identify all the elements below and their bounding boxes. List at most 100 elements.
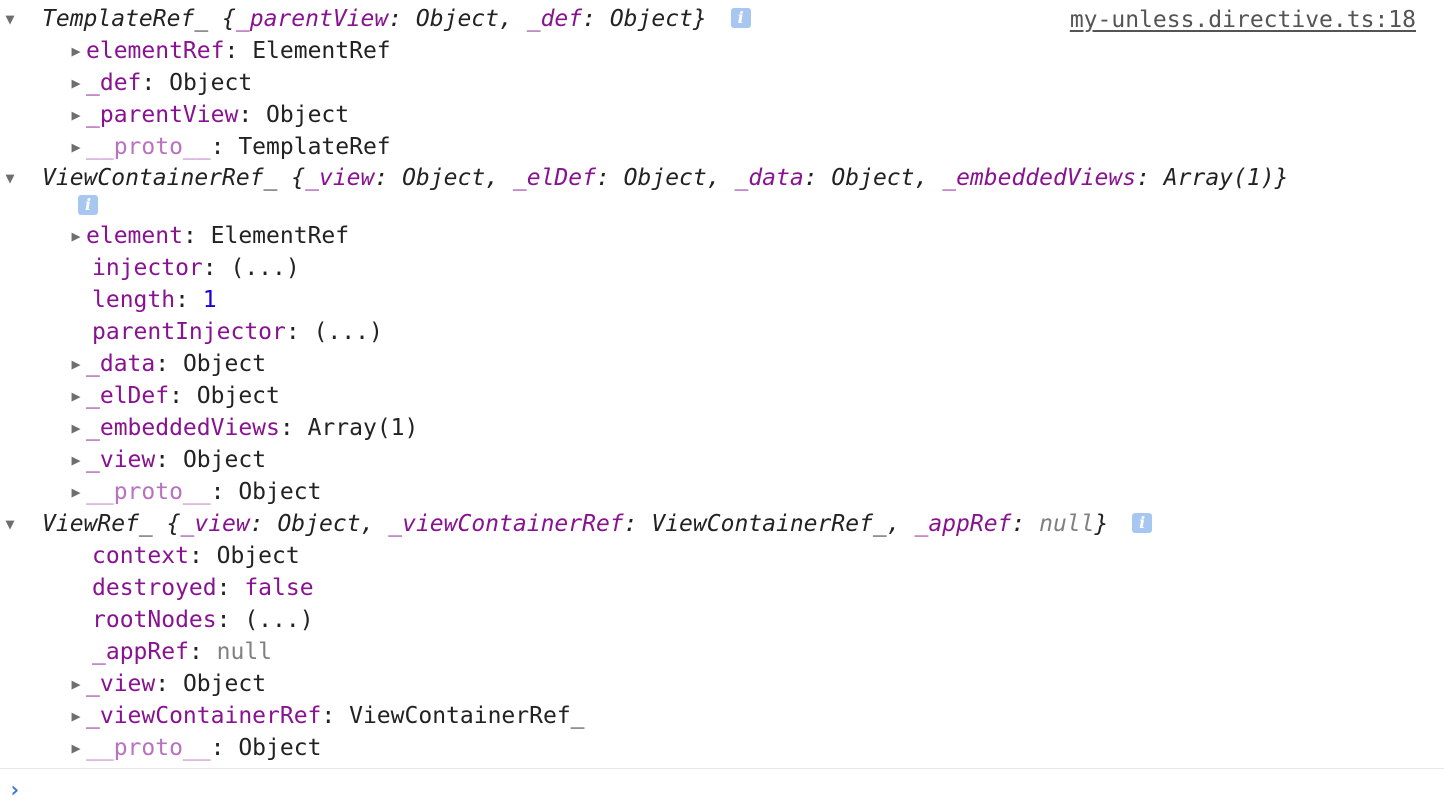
summary-value: Object <box>831 165 915 191</box>
property-key: _def <box>86 70 142 96</box>
colon: : <box>210 479 239 505</box>
collapsed-triangle-icon[interactable]: ▶ <box>66 35 86 67</box>
tree-row[interactable]: ▶ _def: Object <box>66 67 252 99</box>
tree-row[interactable]: ▶ __proto__: TemplateRef <box>66 131 391 163</box>
brace-open: { <box>222 6 236 32</box>
property-key: _view <box>86 671 156 697</box>
tree-row[interactable]: ▶ _view: Object <box>66 444 266 476</box>
property-key: _view <box>86 447 156 473</box>
source-link[interactable]: my-unless.directive.ts:18 <box>1070 4 1416 36</box>
expanded-triangle-icon[interactable]: ▼ <box>0 508 20 540</box>
summary-value: Object <box>415 6 500 32</box>
collapsed-triangle-icon[interactable]: ▶ <box>66 380 86 412</box>
templateref-summary: TemplateRef_ {_parentView: Object, _def:… <box>42 6 721 32</box>
summary-key: _view <box>305 165 375 191</box>
tree-row[interactable]: ▶ element: ElementRef <box>66 220 349 252</box>
tree-row[interactable]: ▶ _embeddedViews: Array(1) <box>66 412 418 444</box>
property-key: _viewContainerRef <box>86 703 322 729</box>
tree-row: length: 1 <box>92 284 217 316</box>
getter-value[interactable]: (...) <box>230 255 299 281</box>
colon: : <box>285 319 314 345</box>
tree-row[interactable]: ▶ _view: Object <box>66 668 266 700</box>
property-value: Object <box>238 479 322 505</box>
tree-row[interactable]: ▶ _elDef: Object <box>66 380 279 412</box>
summary-key: _viewContainerRef <box>388 511 624 537</box>
property-value: ElementRef <box>252 38 391 64</box>
tree-row[interactable]: parentInjector: (...) <box>92 316 383 348</box>
info-icon[interactable]: i <box>78 194 98 215</box>
collapsed-triangle-icon[interactable]: ▶ <box>66 476 86 508</box>
colon: : <box>188 543 217 569</box>
collapsed-triangle-icon[interactable]: ▶ <box>66 131 86 163</box>
property-key: _data <box>86 351 156 377</box>
templateref-summary-row[interactable]: ▼ TemplateRef_ {_parentView: Object, _de… <box>5 3 751 35</box>
viewcontainerref-summary-row[interactable]: ▼ ViewContainerRef_ {_view: Object, _elD… <box>5 162 1288 194</box>
object-class-name: TemplateRef_ <box>42 6 209 32</box>
comma: , <box>485 165 513 191</box>
property-key: _parentView <box>86 102 239 128</box>
getter-value[interactable]: (...) <box>244 607 313 633</box>
brace-open: { <box>166 511 181 537</box>
property-key: destroyed <box>92 575 217 601</box>
console-prompt[interactable]: › <box>0 768 1444 811</box>
tree-row[interactable]: ▶ _parentView: Object <box>66 99 349 131</box>
collapsed-triangle-icon[interactable]: ▶ <box>66 67 86 99</box>
tree-row[interactable]: injector: (...) <box>92 252 300 284</box>
colon: : <box>210 735 239 761</box>
property-value: Object <box>182 447 267 473</box>
summary-value: Object <box>402 165 486 191</box>
summary-value: Array(1) <box>1163 165 1275 191</box>
colon: : <box>374 165 403 191</box>
property-value: Object <box>238 735 322 761</box>
colon: : <box>1136 165 1164 191</box>
info-icon[interactable]: i <box>730 7 751 28</box>
tree-row[interactable]: rootNodes: (...) <box>92 604 314 636</box>
colon: : <box>238 102 267 128</box>
colon: : <box>155 351 183 377</box>
summary-key: _elDef <box>512 165 596 191</box>
summary-value: Object <box>609 6 693 32</box>
expanded-triangle-icon[interactable]: ▼ <box>0 3 20 35</box>
collapsed-triangle-icon[interactable]: ▶ <box>66 668 86 700</box>
property-value: ViewContainerRef_ <box>349 703 585 729</box>
summary-key: _embeddedViews <box>942 165 1137 191</box>
property-value: Object <box>169 70 253 96</box>
colon: : <box>803 165 832 191</box>
property-key: elementRef <box>86 38 225 64</box>
property-key: __proto__ <box>86 479 211 505</box>
colon: : <box>249 511 278 537</box>
brace-close: } <box>1094 511 1109 537</box>
property-key: rootNodes <box>92 607 217 633</box>
getter-value[interactable]: (...) <box>314 319 383 345</box>
expanded-triangle-icon[interactable]: ▼ <box>0 162 20 194</box>
tree-row[interactable]: context: Object <box>92 540 300 572</box>
colon: : <box>224 38 253 64</box>
object-class-name: ViewRef_ <box>42 511 153 537</box>
info-icon[interactable]: i <box>1132 512 1153 533</box>
property-value: Object <box>266 102 350 128</box>
property-key: injector <box>92 255 203 281</box>
comma: , <box>886 511 915 537</box>
collapsed-triangle-icon[interactable]: ▶ <box>66 99 86 131</box>
property-key: __proto__ <box>86 735 211 761</box>
summary-key: _view <box>180 511 250 537</box>
property-key: length <box>92 287 176 313</box>
viewref-summary-row[interactable]: ▼ ViewRef_ {_view: Object, _viewContaine… <box>5 508 1153 540</box>
property-key: _embeddedViews <box>86 415 280 441</box>
collapsed-triangle-icon[interactable]: ▶ <box>66 700 86 732</box>
collapsed-triangle-icon[interactable]: ▶ <box>66 444 86 476</box>
property-value: Object <box>182 671 267 697</box>
comma: , <box>499 6 527 32</box>
tree-row[interactable]: ▶ __proto__: Object <box>66 476 321 508</box>
collapsed-triangle-icon[interactable]: ▶ <box>66 348 86 380</box>
collapsed-triangle-icon[interactable]: ▶ <box>66 220 86 252</box>
property-value: TemplateRef <box>238 134 391 160</box>
prompt-chevron-icon: › <box>8 778 22 803</box>
tree-row[interactable]: ▶ elementRef: ElementRef <box>66 35 391 67</box>
tree-row[interactable]: ▶ _viewContainerRef: ViewContainerRef_ <box>66 700 585 732</box>
tree-row[interactable]: ▶ _data: Object <box>66 348 266 380</box>
collapsed-triangle-icon[interactable]: ▶ <box>66 412 86 444</box>
tree-row[interactable]: ▶ __proto__: Object <box>66 732 321 764</box>
colon: : <box>321 703 350 729</box>
collapsed-triangle-icon[interactable]: ▶ <box>66 732 86 764</box>
